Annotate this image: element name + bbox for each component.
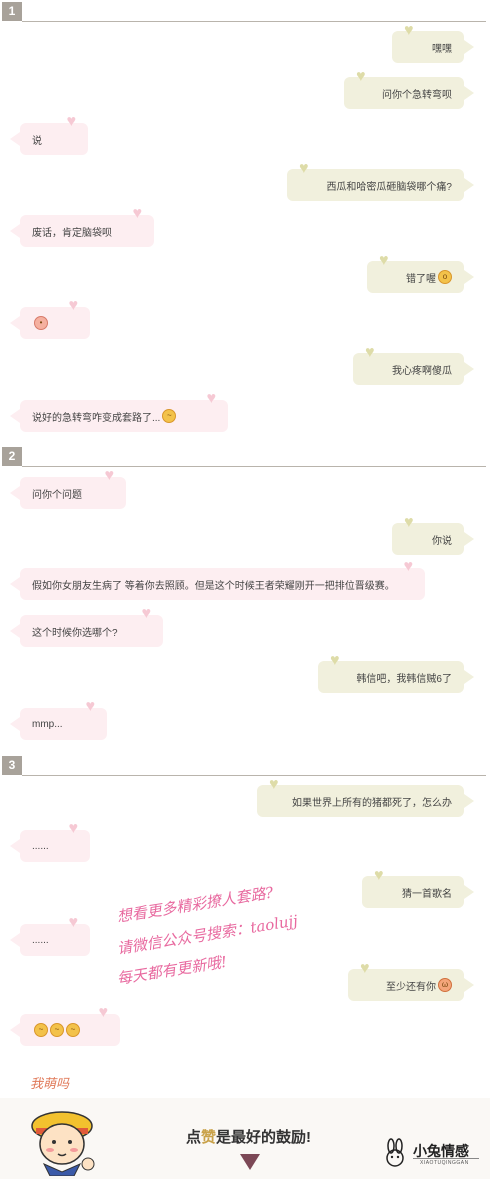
chat-bubble-right: ♥ 错了喔 o [367, 253, 474, 293]
message-text: 说好的急转弯咋变成套路了... [32, 412, 161, 424]
message-text: 错了喔 [406, 273, 436, 285]
chat-bubble-left: ♥ 假如你女朋友生病了 等着你去照顾。但是这个时候王者荣耀刚开一把排位晋级赛。 [10, 559, 425, 600]
chat-bubble-left: ♥ 说好的急转弯咋变成套路了... ~ [10, 391, 228, 432]
heart-icon: ♥ [206, 390, 217, 407]
heart-icon: ♥ [68, 297, 79, 314]
message-text: 这个时候你选哪个? [32, 627, 118, 639]
heart-icon: ♥ [98, 1004, 109, 1021]
section-divider [22, 466, 486, 467]
section-divider [22, 775, 486, 776]
message-text: 西瓜和哈密瓜砸脑袋哪个痛? [326, 181, 452, 193]
rabbit-logo-icon [386, 1138, 404, 1167]
arrow-down-icon [240, 1154, 260, 1170]
message-text: 我心疼啊傻瓜 [392, 365, 452, 377]
chat-bubble-left: ♥ ~ ~ ~ [10, 1005, 120, 1046]
praise-text: 点赞是最好的鼓励! [186, 1129, 312, 1146]
message-text: 如果世界上所有的猪都死了，怎么办 [292, 797, 452, 809]
chat-bubble-left: ♥ mmp... [10, 699, 107, 740]
praise-highlight: 赞 [201, 1129, 217, 1146]
section-divider [22, 21, 486, 22]
section-number: 1 [2, 2, 22, 21]
chat-bubble-right: ♥ 嘿嘿 [392, 23, 474, 63]
chat-bubble-left: ♥ 问你个问题 [10, 468, 126, 509]
section-number: 3 [2, 756, 22, 775]
message-text: 至少还有你 [386, 981, 436, 993]
facepalm-emoji-icon: ~ [50, 1023, 64, 1037]
heart-icon: ♥ [66, 113, 77, 130]
chat-bubble-right: ♥ 如果世界上所有的猪都死了，怎么办 [257, 777, 474, 817]
section-header-2: 2 [0, 445, 486, 467]
chat-bubble-left: ♥ ...... [10, 821, 90, 862]
heart-icon: ♥ [68, 820, 79, 837]
facepalm-emoji-icon: ~ [34, 1023, 48, 1037]
heart-icon: ♥ [269, 776, 279, 793]
chat-bubble-right: ♥ 问你个急转弯呗 [344, 69, 474, 109]
message-text: 废话，肯定脑袋呗 [32, 227, 112, 239]
message-text: 问你个问题 [32, 489, 82, 501]
section-number: 2 [2, 447, 22, 466]
section-header-1: 1 [0, 0, 486, 22]
logo-divider [413, 1158, 479, 1159]
chat-bubble-right: ♥ 韩信吧，我韩信贼6了 [318, 653, 474, 693]
surprised-emoji-icon: o [438, 270, 452, 284]
heart-icon: ♥ [404, 22, 414, 39]
facepalm-emoji-icon: ~ [162, 409, 177, 423]
heart-icon: ♥ [104, 467, 115, 484]
cartoon-sticker-icon: 我萌吗 [30, 1077, 95, 1176]
heart-icon: ♥ [330, 652, 340, 669]
chat-bubble-right: ♥ 我心疼啊傻瓜 [353, 345, 474, 385]
cat-emoji-icon: ω [438, 978, 452, 992]
heart-icon: ♥ [356, 68, 366, 85]
heart-icon: ♥ [403, 558, 414, 575]
heart-icon: ♥ [85, 698, 96, 715]
chat-bubble-left: ♥ 这个时候你选哪个? [10, 606, 163, 647]
heart-icon: ♥ [360, 960, 370, 977]
message-text: 你说 [432, 535, 452, 547]
heart-icon: ♥ [374, 867, 384, 884]
message-text: 说 [32, 135, 42, 147]
message-text: 猜一首歌名 [402, 888, 452, 900]
message-text: 韩信吧，我韩信贼6了 [356, 673, 452, 685]
message-text: mmp... [32, 718, 63, 730]
chat-bubble-left: ♥ • [10, 298, 90, 339]
chat-bubble-left: ♥ 废话，肯定脑袋呗 [10, 206, 154, 247]
chat-bubble-right: ♥ 猜一首歌名 [362, 868, 474, 908]
sticker-caption: 我萌吗 [30, 1077, 70, 1092]
heart-icon: ♥ [132, 205, 143, 222]
brand-logo-subtext: XIAOTUQINGGAN [420, 1160, 469, 1166]
heart-icon: ♥ [404, 514, 414, 531]
heart-icon: ♥ [365, 344, 375, 361]
heart-icon: ♥ [379, 252, 389, 269]
message-text: ...... [32, 934, 49, 946]
blushing-emoji-icon: • [34, 316, 48, 330]
message-text: ...... [32, 840, 49, 852]
heart-icon: ♥ [299, 160, 309, 177]
chat-bubble-right: ♥ 至少还有你 ω [348, 961, 474, 1001]
facepalm-emoji-icon: ~ [66, 1023, 80, 1037]
section-header-3: 3 [0, 754, 486, 776]
message-text: 嘿嘿 [432, 43, 452, 55]
message-text: 假如你女朋友生病了 等着你去照顾。但是这个时候王者荣耀刚开一把排位晋级赛。 [32, 580, 395, 592]
message-text: 问你个急转弯呗 [382, 89, 452, 101]
chat-bubble-left: ♥ 说 [10, 114, 88, 155]
heart-icon: ♥ [68, 914, 79, 931]
chat-bubble-left: ♥ ...... [10, 915, 90, 956]
chat-bubble-right: ♥ 西瓜和哈密瓜砸脑袋哪个痛? [287, 161, 474, 201]
chat-bubble-right: ♥ 你说 [392, 515, 474, 555]
heart-icon: ♥ [141, 605, 152, 622]
